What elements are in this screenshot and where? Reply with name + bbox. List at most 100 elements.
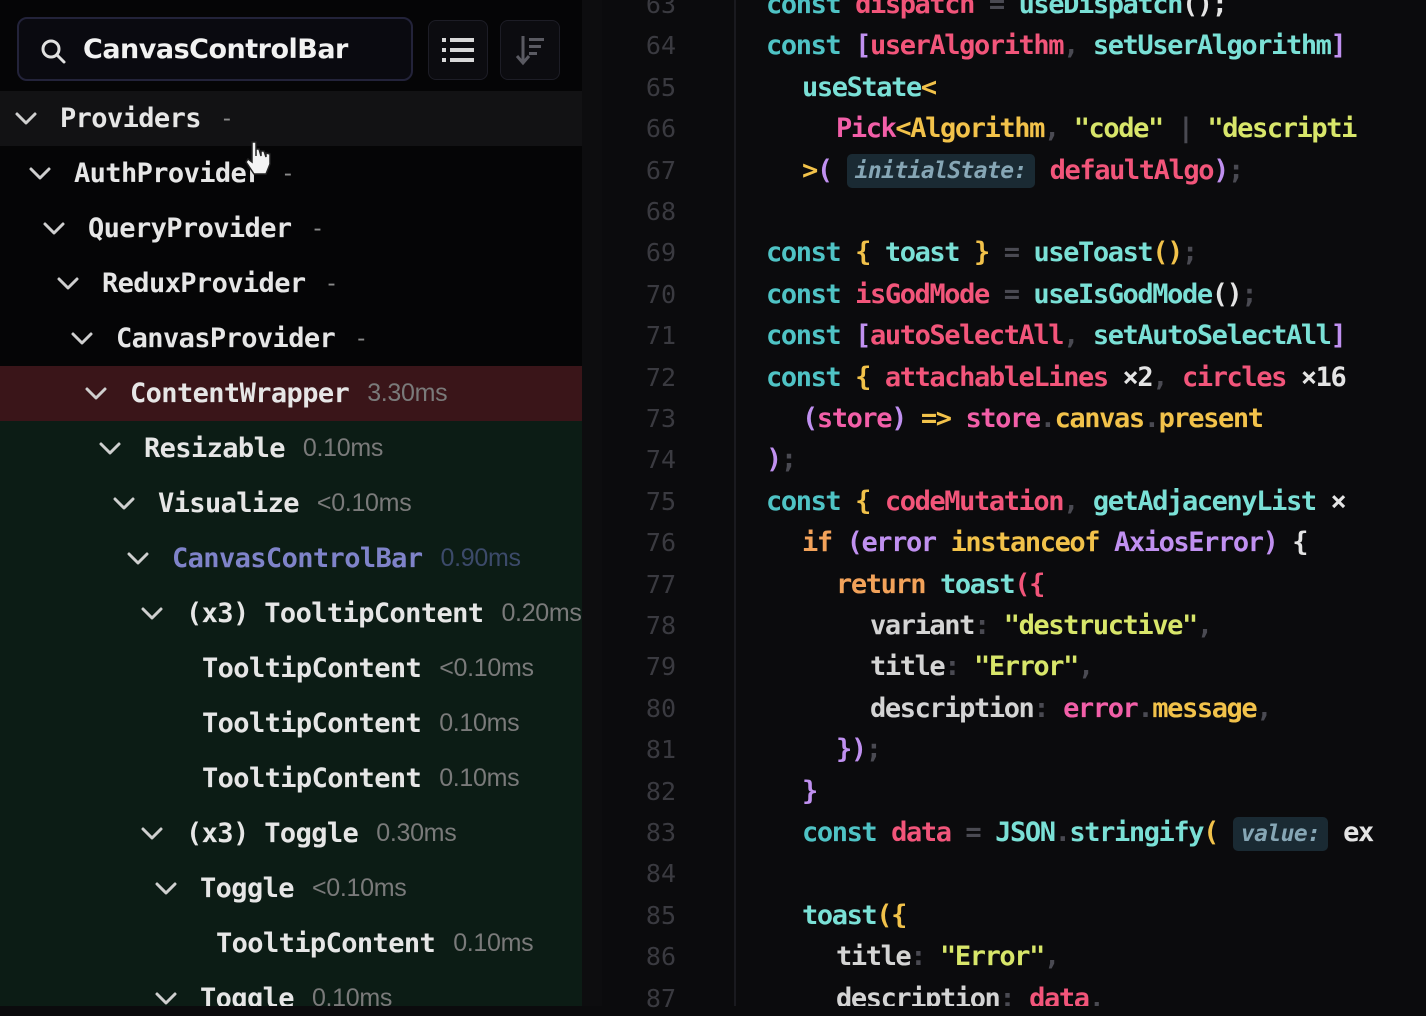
code-token: "code" bbox=[1073, 113, 1165, 145]
chevron-down-icon[interactable] bbox=[56, 272, 80, 296]
line-number: 80 bbox=[645, 693, 676, 723]
tree-node[interactable]: Toggle <0.10ms bbox=[0, 861, 582, 916]
chevron-down-icon[interactable] bbox=[28, 162, 52, 186]
code-token: ( bbox=[816, 154, 847, 186]
tree-node[interactable]: (x3) TooltipContent 0.20ms bbox=[0, 586, 582, 641]
code-token: store bbox=[816, 403, 893, 434]
code-token: ) bbox=[891, 403, 921, 434]
code-token: toast bbox=[802, 899, 878, 931]
line-number: 78 bbox=[645, 611, 676, 640]
code-token: present bbox=[1158, 403, 1264, 434]
tree-node[interactable]: Visualize <0.10ms bbox=[0, 476, 582, 531]
code-token: | bbox=[1162, 113, 1208, 145]
tree-node[interactable]: TooltipContent 0.10ms bbox=[0, 696, 582, 751]
indent-guide bbox=[734, 0, 736, 1006]
tree-node[interactable]: Toggle 0.10ms bbox=[0, 971, 582, 1006]
tree-node[interactable]: TooltipContent <0.10ms bbox=[0, 641, 582, 696]
search-input[interactable] bbox=[83, 27, 399, 71]
tree-node-name: TooltipContent bbox=[202, 708, 422, 739]
tree-node[interactable]: TooltipContent 0.10ms bbox=[0, 916, 582, 971]
tree-node[interactable]: TooltipContent 0.10ms bbox=[0, 751, 582, 806]
tree-node[interactable]: Resizable 0.10ms bbox=[0, 421, 582, 476]
code-token: useDispatch bbox=[1018, 0, 1184, 20]
code-token: () bbox=[1152, 237, 1183, 269]
code-token: { bbox=[1292, 527, 1308, 559]
code-line: title: "Error", bbox=[836, 938, 1060, 976]
line-number: 74 bbox=[645, 445, 676, 475]
tree-node-name: Visualize bbox=[158, 488, 300, 519]
search-icon bbox=[41, 39, 66, 64]
tree-node-render-time: - bbox=[357, 324, 366, 352]
chevron-down-icon[interactable] bbox=[112, 492, 136, 516]
code-token: , bbox=[1196, 610, 1213, 641]
chevron-down-icon[interactable] bbox=[140, 602, 164, 626]
code-line: const dispatch = useDispatch(); bbox=[766, 0, 1228, 24]
chevron-down-icon[interactable] bbox=[140, 822, 164, 846]
code-token: × bbox=[1330, 485, 1347, 517]
code-line: if (error instanceof AxiosError) { bbox=[802, 524, 1309, 562]
code-line: description: error.message, bbox=[870, 690, 1273, 728]
code-token: ({ bbox=[876, 899, 907, 931]
tree-node[interactable]: Providers - bbox=[0, 91, 582, 146]
chevron-down-icon[interactable] bbox=[14, 107, 38, 131]
panel-splitter[interactable] bbox=[582, 0, 602, 1006]
chevron-down-icon[interactable] bbox=[42, 217, 66, 241]
code-token: useState bbox=[802, 71, 922, 103]
code-token: circles bbox=[1181, 361, 1301, 393]
code-token: : bbox=[910, 941, 940, 973]
code-token: const bbox=[766, 0, 856, 20]
code-token: => bbox=[920, 403, 966, 434]
code-token: const bbox=[766, 30, 856, 62]
tree-node-name: Resizable bbox=[144, 433, 286, 464]
code-token: message bbox=[1152, 692, 1257, 724]
code-token: , bbox=[1088, 982, 1105, 1006]
code-token: () bbox=[1211, 278, 1243, 310]
line-number: 69 bbox=[645, 238, 676, 268]
tree-node[interactable]: (x3) Toggle 0.30ms bbox=[0, 806, 582, 861]
search-box[interactable] bbox=[17, 17, 413, 81]
code-token: , bbox=[1078, 651, 1094, 683]
tree-node[interactable]: CanvasControlBar 0.90ms bbox=[0, 531, 582, 586]
tree-node-name: Providers bbox=[60, 103, 202, 134]
code-token: "Error" bbox=[940, 941, 1045, 973]
tree-node[interactable]: ContentWrapper 3.30ms bbox=[0, 366, 582, 421]
list-view-button[interactable] bbox=[428, 20, 488, 80]
code-line: const { attachableLines ×2, circles ×16 bbox=[766, 359, 1347, 397]
line-number: 64 bbox=[645, 31, 676, 61]
code-token: ; bbox=[780, 444, 797, 476]
code-token: , bbox=[1063, 485, 1093, 517]
code-token: ; bbox=[1182, 237, 1198, 269]
code-token: ] bbox=[1330, 30, 1347, 62]
code-token: } bbox=[802, 775, 818, 807]
tree-node-render-time: - bbox=[327, 269, 336, 297]
code-token: AxiosError bbox=[1114, 527, 1264, 559]
tree-node[interactable]: QueryProvider - bbox=[0, 201, 582, 256]
tree-node[interactable]: CanvasProvider - bbox=[0, 311, 582, 366]
code-token: useIsGodMode bbox=[1033, 278, 1213, 310]
code-token: = bbox=[965, 817, 996, 848]
code-token: { bbox=[855, 361, 885, 393]
tree-node-render-time: 3.30ms bbox=[367, 379, 448, 407]
code-token: toast bbox=[884, 237, 974, 269]
chevron-down-icon[interactable] bbox=[98, 437, 122, 461]
line-number: 66 bbox=[645, 114, 676, 144]
chevron-down-icon[interactable] bbox=[126, 547, 150, 571]
code-token: return bbox=[836, 568, 940, 600]
code-token: "destructive" bbox=[1003, 610, 1199, 641]
chevron-down-icon[interactable] bbox=[70, 327, 94, 351]
tree-node-render-time: - bbox=[283, 159, 292, 187]
line-number: 77 bbox=[645, 569, 676, 599]
tree-node[interactable]: ReduxProvider - bbox=[0, 256, 582, 311]
chevron-down-icon[interactable] bbox=[154, 987, 178, 1007]
code-token: description bbox=[870, 692, 1035, 724]
code-token: setUserAlgorithm bbox=[1092, 30, 1332, 62]
code-token: setAutoSelectAll bbox=[1092, 320, 1332, 352]
code-token: ({ bbox=[1014, 568, 1045, 600]
code-token: ) bbox=[1262, 527, 1293, 559]
chevron-down-icon[interactable] bbox=[84, 382, 108, 406]
tree-node-render-time: <0.10ms bbox=[439, 654, 534, 682]
code-editor[interactable]: const dispatch = useDispatch(); const [us… bbox=[766, 0, 1426, 1006]
sort-button[interactable] bbox=[500, 20, 560, 80]
tree-node[interactable]: AuthProvider - bbox=[0, 146, 582, 201]
chevron-down-icon[interactable] bbox=[154, 877, 178, 901]
